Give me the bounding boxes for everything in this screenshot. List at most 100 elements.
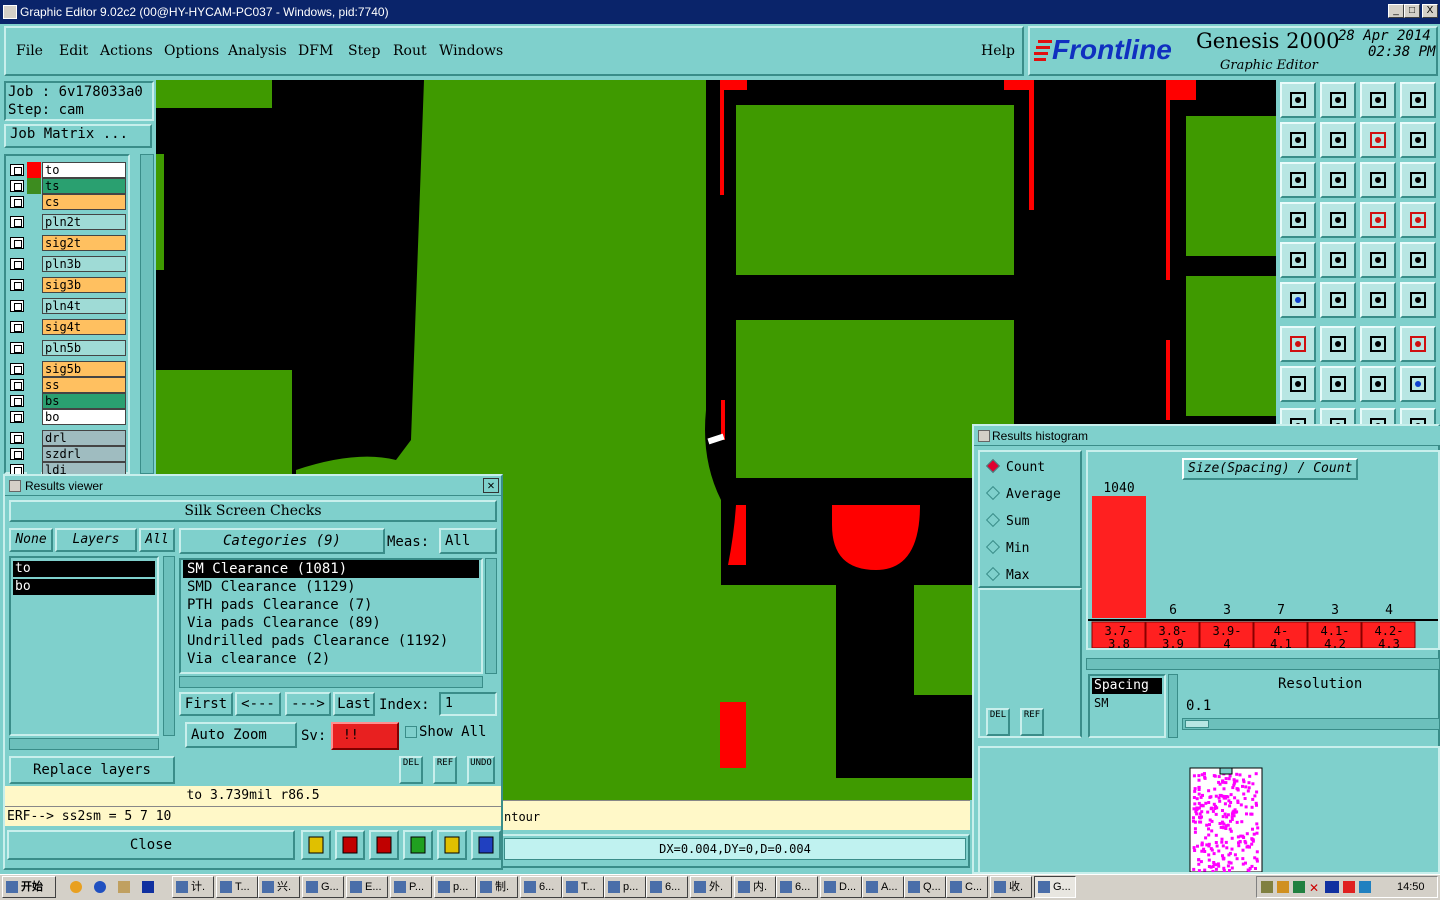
layer-result-item[interactable]: to: [13, 561, 155, 577]
layer-color-swatch[interactable]: [27, 446, 41, 462]
layer-checkbox[interactable]: [10, 363, 24, 375]
undo-redo-icon[interactable]: [1360, 122, 1396, 158]
scale-icon[interactable]: [1360, 162, 1396, 198]
numbering-icon[interactable]: [403, 830, 433, 860]
undo-button[interactable]: UNDO: [467, 756, 495, 784]
category-item[interactable]: Via clearance (2): [183, 650, 479, 668]
layer-row-drl[interactable]: drl: [10, 430, 126, 446]
layer-row-sig2t[interactable]: sig2t: [10, 235, 126, 251]
layer-row-sig4t[interactable]: sig4t: [10, 319, 126, 335]
layer-row-pln2t[interactable]: pln2t: [10, 214, 126, 230]
layer-name[interactable]: ss: [42, 377, 126, 393]
category-item[interactable]: PTH pads Clearance (7): [183, 596, 479, 614]
layers-red2-icon[interactable]: [1400, 202, 1436, 238]
layer-name[interactable]: sig3b: [42, 277, 126, 293]
next-button[interactable]: --->: [285, 692, 331, 716]
layer-color-swatch[interactable]: [27, 361, 41, 377]
first-button[interactable]: First: [179, 692, 233, 716]
show-all-checkbox[interactable]: [405, 726, 417, 738]
layer-name[interactable]: sig4t: [42, 319, 126, 335]
center-icon[interactable]: [1320, 162, 1356, 198]
taskbar-item[interactable]: G...: [302, 876, 344, 898]
menu-edit[interactable]: Edit: [59, 43, 88, 59]
start-button[interactable]: 开始: [2, 876, 56, 898]
layer-name[interactable]: sig5b: [42, 361, 126, 377]
snake-icon[interactable]: [1400, 122, 1436, 158]
taskbar-item[interactable]: p...: [604, 876, 646, 898]
categories-button[interactable]: Categories (9): [179, 528, 385, 554]
taskbar-item[interactable]: C...: [946, 876, 988, 898]
layer-row-pln3b[interactable]: pln3b: [10, 256, 126, 272]
help-icon[interactable]: [1400, 162, 1436, 198]
window-icon[interactable]: [1400, 82, 1436, 118]
auto-zoom-dropdown[interactable]: Auto Zoom: [185, 722, 297, 748]
all-layers-button[interactable]: All: [139, 528, 175, 552]
taskbar-item[interactable]: p...: [434, 876, 476, 898]
taskbar-item[interactable]: 6...: [776, 876, 818, 898]
taskbar-item[interactable]: T...: [562, 876, 604, 898]
del-button[interactable]: DEL: [399, 756, 423, 784]
histogram-bar[interactable]: [1092, 496, 1146, 618]
layer-result-item[interactable]: bo: [13, 579, 155, 595]
prev-button[interactable]: <---: [235, 692, 281, 716]
layer-checkbox[interactable]: [10, 279, 24, 291]
layer-checkbox[interactable]: [10, 395, 24, 407]
layer-checkbox[interactable]: [10, 196, 24, 208]
layer-row-ts[interactable]: ts: [10, 178, 126, 194]
layer-color-swatch[interactable]: [27, 319, 41, 335]
layer-checkbox[interactable]: [10, 342, 24, 354]
layer-checkbox[interactable]: [10, 321, 24, 333]
report-icon[interactable]: [437, 830, 467, 860]
layer-row-pln4t[interactable]: pln4t: [10, 298, 126, 314]
cross-icon[interactable]: [1320, 282, 1356, 318]
taskbar-item[interactable]: P...: [390, 876, 432, 898]
home-icon[interactable]: [1360, 82, 1396, 118]
polygon-icon[interactable]: [1320, 242, 1356, 278]
spacing-value[interactable]: SM: [1090, 696, 1164, 710]
overview-map[interactable]: [978, 746, 1440, 874]
layer-name[interactable]: pln2t: [42, 214, 126, 230]
close-results-button[interactable]: Close: [7, 830, 295, 860]
menu-help[interactable]: Help: [981, 43, 1015, 59]
category-item[interactable]: Undrilled pads Clearance (1192): [183, 632, 479, 650]
histogram-ref-button[interactable]: REF: [1020, 708, 1044, 736]
rotate-icon[interactable]: [1360, 326, 1396, 362]
reject-icon[interactable]: [369, 830, 399, 860]
stat-mode-sum[interactable]: Sum: [988, 514, 1029, 529]
move-down-icon[interactable]: [1320, 82, 1356, 118]
maximize-button[interactable]: □: [1404, 4, 1420, 18]
menu-analysis[interactable]: Analysis: [228, 43, 287, 59]
category-hscroll[interactable]: [179, 676, 483, 688]
layer-color-swatch[interactable]: [27, 298, 41, 314]
layer-name[interactable]: pln5b: [42, 340, 126, 356]
layer-color-swatch[interactable]: [27, 430, 41, 446]
stat-mode-count[interactable]: Count: [988, 460, 1045, 475]
layer-name[interactable]: cs: [42, 194, 126, 210]
angle-icon[interactable]: [1280, 326, 1316, 362]
line-icon[interactable]: [1400, 282, 1436, 318]
layer-checkbox[interactable]: [10, 448, 24, 460]
taskbar-item[interactable]: Q...: [904, 876, 946, 898]
ruler-icon[interactable]: [1360, 242, 1396, 278]
taskbar-item[interactable]: T...: [216, 876, 258, 898]
taskbar-item[interactable]: 6...: [646, 876, 688, 898]
measure-icon[interactable]: [1280, 202, 1316, 238]
taskbar-item[interactable]: G...: [1034, 876, 1076, 898]
layer-name[interactable]: ts: [42, 178, 126, 194]
move-up-icon[interactable]: [1280, 82, 1316, 118]
resize-icon[interactable]: [1360, 366, 1396, 402]
layer-checkbox[interactable]: [10, 258, 24, 270]
layer-color-swatch[interactable]: [27, 235, 41, 251]
layer-row-bs[interactable]: bs: [10, 393, 126, 409]
point-icon[interactable]: [1280, 366, 1316, 402]
layer-color-swatch[interactable]: [27, 393, 41, 409]
layer-results-scrollbar[interactable]: [163, 556, 175, 736]
layer-color-swatch[interactable]: [27, 256, 41, 272]
taskbar-item[interactable]: 内.: [734, 876, 776, 898]
group-icon[interactable]: [1400, 366, 1436, 402]
stat-mode-average[interactable]: Average: [988, 487, 1061, 502]
taskbar-item[interactable]: E...: [346, 876, 388, 898]
stat-mode-min[interactable]: Min: [988, 541, 1029, 556]
taskbar-item[interactable]: 收.: [990, 876, 1032, 898]
stop-icon[interactable]: [335, 830, 365, 860]
